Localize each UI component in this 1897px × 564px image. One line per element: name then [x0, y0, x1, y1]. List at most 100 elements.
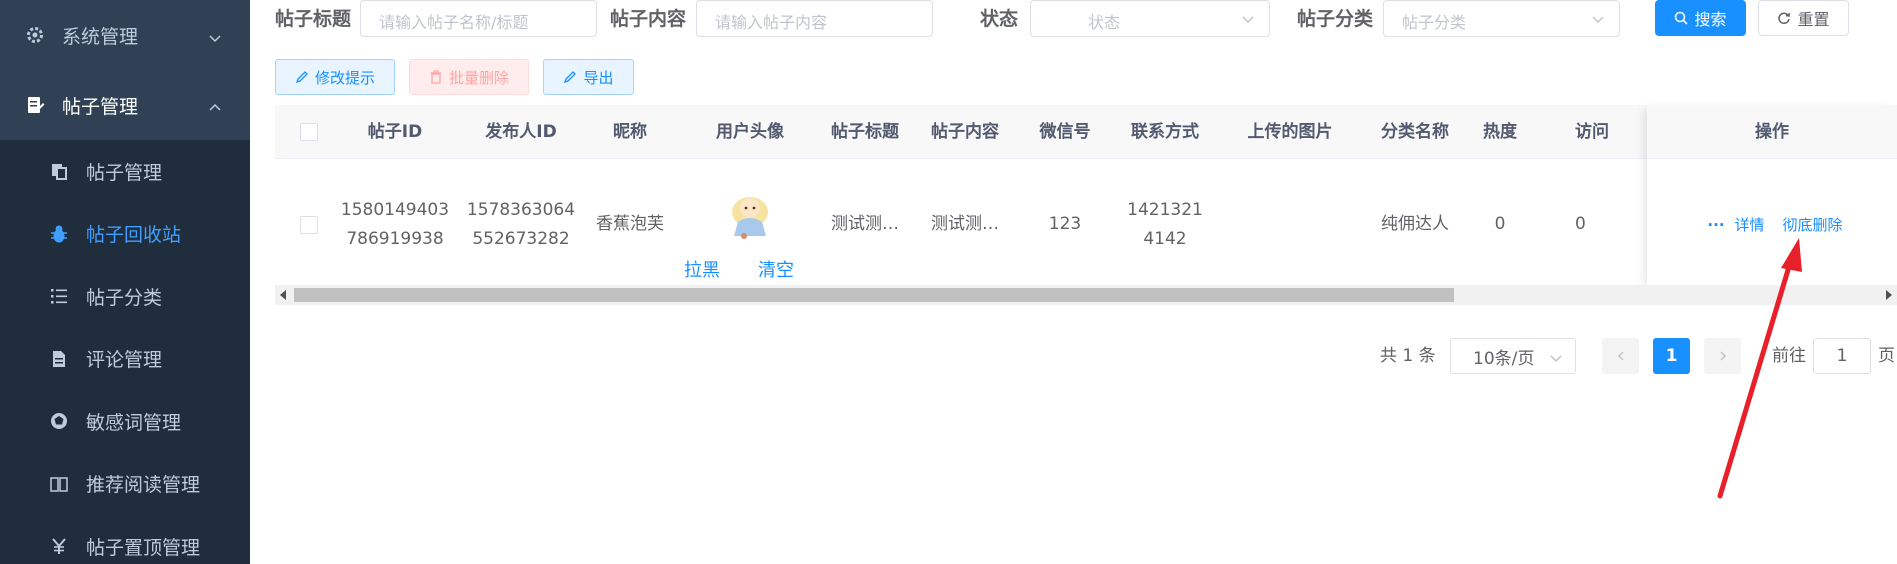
- contact-line: 1421321: [1127, 199, 1203, 220]
- delete-forever-action[interactable]: 彻底删除: [1783, 214, 1843, 235]
- sidebar-item-recommended-reading[interactable]: 推荐阅读管理: [0, 453, 250, 516]
- menu-system-management[interactable]: 系统管理: [0, 0, 250, 70]
- col-publisher-id: 发布人ID: [485, 122, 557, 142]
- fixed-operation-column: 操作 ··· 详情 彻底删除: [1647, 105, 1897, 290]
- edit-icon: [564, 71, 577, 84]
- publisher-id-line: 1578363064: [466, 199, 576, 220]
- col-operation: 操作: [1647, 105, 1897, 159]
- status-select[interactable]: 状态: [1030, 0, 1270, 37]
- col-uploaded-images: 上传的图片: [1247, 122, 1333, 142]
- sidebar: 系统管理 帖子管理 帖子管理 帖子回收站 帖子分类 评论管理 敏感词管理 推荐阅…: [0, 0, 250, 564]
- post-content-input[interactable]: 请输入帖子内容: [696, 0, 933, 37]
- copy-icon: [48, 160, 70, 182]
- pagination-total: 共 1 条: [1380, 346, 1436, 366]
- more-icon: ···: [1707, 215, 1725, 234]
- next-page-button[interactable]: [1704, 338, 1741, 374]
- chevron-up-icon: [208, 98, 222, 112]
- posts-table: 帖子ID 发布人ID 昵称 用户头像 帖子标题 帖子内容 微信号 联系方式 上传…: [275, 105, 1897, 307]
- export-button[interactable]: 导出: [543, 59, 634, 95]
- menu-label: 系统管理: [62, 25, 139, 48]
- refresh-icon: [1778, 12, 1791, 25]
- post-title-label: 帖子标题: [275, 8, 352, 30]
- col-wechat: 微信号: [1039, 122, 1091, 142]
- cell-post-id: 1580149403 786919938: [335, 159, 455, 290]
- scroll-right-arrow-icon[interactable]: [1886, 290, 1892, 300]
- submenu-post-management: 帖子管理 帖子回收站 帖子分类 评论管理 敏感词管理 推荐阅读管理 帖子置顶管理: [0, 140, 250, 564]
- chevron-right-icon: [1719, 351, 1726, 361]
- search-button[interactable]: 搜索: [1655, 0, 1746, 36]
- chevron-down-icon: [1549, 350, 1563, 370]
- chevron-left-icon: [1617, 351, 1624, 361]
- trash-icon: [430, 70, 442, 84]
- document-icon: [48, 348, 70, 370]
- scroll-left-arrow-icon[interactable]: [280, 290, 286, 300]
- search-form: 帖子标题 请输入帖子名称/标题 帖子内容 请输入帖子内容 状态 状态 帖子分类 …: [275, 0, 1897, 38]
- chevron-down-icon: [1591, 11, 1605, 25]
- table-horizontal-scrollbar[interactable]: [275, 285, 1897, 305]
- menu-post-management[interactable]: 帖子管理: [0, 70, 250, 140]
- search-icon: [1675, 11, 1689, 25]
- sidebar-item-label: 帖子管理: [86, 161, 163, 184]
- col-post-content: 帖子内容: [931, 122, 999, 142]
- row-checkbox[interactable]: [300, 216, 318, 234]
- sidebar-item-comment-management[interactable]: 评论管理: [0, 328, 250, 391]
- cell-post-content: 测试测…: [931, 214, 999, 234]
- post-content-label: 帖子内容: [610, 8, 687, 30]
- col-contact: 联系方式: [1131, 122, 1199, 142]
- sidebar-item-label: 评论管理: [86, 349, 163, 372]
- sidebar-item-label: 帖子分类: [86, 286, 163, 309]
- export-label: 导出: [583, 68, 614, 87]
- avatar: [720, 184, 780, 244]
- gear-icon: [24, 24, 46, 46]
- publisher-id-line: 552673282: [472, 228, 570, 249]
- cell-publisher-id: 1578363064 552673282: [461, 159, 581, 290]
- sidebar-item-sensitive-words[interactable]: 敏感词管理: [0, 390, 250, 453]
- sidebar-item-label: 帖子回收站: [86, 224, 182, 247]
- page-suffix: 页: [1878, 346, 1895, 366]
- post-category-select[interactable]: 帖子分类: [1383, 0, 1620, 37]
- col-avatar: 用户头像: [716, 122, 784, 142]
- page-size-select[interactable]: 10条/页: [1450, 338, 1576, 374]
- post-title-input[interactable]: 请输入帖子名称/标题: [360, 0, 597, 37]
- prev-page-button[interactable]: [1602, 338, 1639, 374]
- scrollbar-thumb[interactable]: [294, 288, 1454, 302]
- cell-avatar: 拉黑 清空: [684, 159, 810, 290]
- cell-operation: ··· 详情 彻底删除: [1647, 159, 1897, 290]
- contact-line: 4142: [1143, 228, 1187, 249]
- sidebar-item-post-pinning[interactable]: 帖子置顶管理: [0, 515, 250, 564]
- sidebar-item-label: 推荐阅读管理: [86, 474, 201, 497]
- chevron-down-icon: [208, 28, 222, 43]
- page-1-button[interactable]: 1: [1653, 338, 1690, 374]
- block-link[interactable]: 拉黑: [684, 256, 720, 285]
- sidebar-item-post-recycle-bin[interactable]: 帖子回收站: [0, 203, 250, 266]
- aperture-icon: [48, 410, 70, 432]
- batch-delete-button[interactable]: 批量删除: [409, 59, 529, 95]
- category-placeholder: 帖子分类: [1402, 13, 1467, 32]
- select-all-checkbox[interactable]: [300, 123, 318, 141]
- sidebar-item-label: 敏感词管理: [86, 411, 182, 434]
- post-id-line: 1580149403: [340, 199, 450, 220]
- chevron-down-icon: [1241, 11, 1255, 25]
- post-category-label: 帖子分类: [1297, 8, 1374, 30]
- search-button-label: 搜索: [1694, 10, 1727, 29]
- list-icon: [48, 285, 70, 307]
- cell-contact: 1421321 4142: [1115, 159, 1215, 290]
- bug-icon: [48, 223, 70, 245]
- sidebar-item-post-category[interactable]: 帖子分类: [0, 265, 250, 328]
- status-label: 状态: [980, 8, 1019, 30]
- edit-tip-button[interactable]: 修改提示: [275, 59, 395, 95]
- avatar-actions: 拉黑 清空: [684, 256, 810, 281]
- menu-label: 帖子管理: [62, 95, 139, 118]
- cell-uploaded-images: [1225, 159, 1355, 290]
- col-post-id: 帖子ID: [367, 122, 423, 142]
- page-size-value: 10条/页: [1473, 348, 1535, 369]
- details-action[interactable]: ··· 详情: [1701, 214, 1770, 235]
- cell-nickname: 香蕉泡芙: [596, 214, 664, 234]
- sidebar-item-post-management[interactable]: 帖子管理: [0, 140, 250, 203]
- status-placeholder: 状态: [1088, 13, 1121, 32]
- batch-delete-label: 批量删除: [448, 68, 509, 87]
- clear-link[interactable]: 清空: [758, 256, 794, 285]
- reset-button[interactable]: 重置: [1758, 0, 1849, 36]
- goto-label: 前往: [1772, 346, 1806, 366]
- goto-page-input[interactable]: 1: [1813, 338, 1871, 374]
